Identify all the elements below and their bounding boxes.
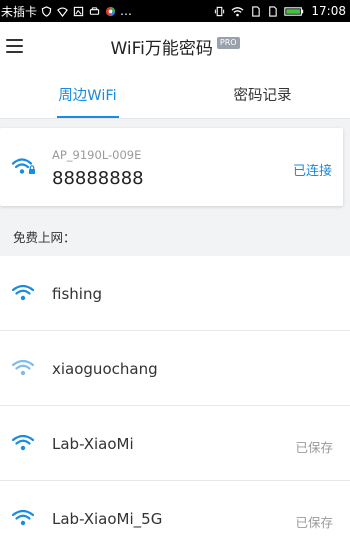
network-saved-label: 已保存 xyxy=(295,440,333,455)
status-bar: 未插卡 … 17:08 xyxy=(0,0,350,22)
tab-label: 周边WiFi xyxy=(58,87,117,104)
network-row-lab-xiaomi[interactable]: Lab-XiaoMi 已保存 xyxy=(0,406,350,481)
wifi-signal-weak-icon xyxy=(12,359,34,376)
free-internet-section-label: 免费上网： xyxy=(13,230,76,245)
connected-status: 已连接 xyxy=(292,164,332,179)
network-name: fishing xyxy=(52,285,102,303)
tab-bar: 周边WiFi 密码记录 xyxy=(0,70,350,119)
tab-password-records[interactable]: 密码记录 xyxy=(175,70,350,118)
car-icon xyxy=(89,6,100,15)
carrier-label: 未插卡 xyxy=(1,4,38,19)
tab-label: 密码记录 xyxy=(233,87,292,104)
active-tab-indicator xyxy=(56,116,119,118)
more-notifications-icon: … xyxy=(120,4,133,18)
clock: 17:08 xyxy=(311,4,346,18)
wifi-locked-icon xyxy=(12,158,35,174)
network-name: Lab-XiaoMi xyxy=(52,435,134,453)
app-title: WiFi万能密码 xyxy=(110,38,213,59)
app-title-group: WiFi万能密码 PRO xyxy=(110,34,240,59)
network-list: fishing xiaoguochang Lab-XiaoMi 已保存 Lab-… xyxy=(0,256,350,544)
tab-nearby-wifi[interactable]: 周边WiFi xyxy=(0,70,175,118)
app-logo-icon xyxy=(105,6,116,16)
network-saved-label: 已保存 xyxy=(295,515,333,530)
shield-icon xyxy=(41,5,52,17)
network-row-fishing[interactable]: fishing xyxy=(0,256,350,331)
wifi-signal-full-icon xyxy=(12,509,34,526)
wifi-signal-icon xyxy=(231,6,244,16)
hamburger-menu-icon[interactable] xyxy=(6,35,26,57)
network-row-lab-xiaomi-5g[interactable]: Lab-XiaoMi_5G 已保存 xyxy=(0,481,350,544)
image-notification-icon xyxy=(73,6,84,16)
wifi-signal-full-icon xyxy=(12,434,34,451)
sim-icon xyxy=(252,5,261,17)
network-name: xiaoguochang xyxy=(52,360,158,378)
network-row-xiaoguochang[interactable]: xiaoguochang xyxy=(0,331,350,406)
app-header: WiFi万能密码 PRO xyxy=(0,22,350,70)
connected-password: 88888888 xyxy=(52,168,144,189)
connected-network-card[interactable]: AP_9190L-009E 88888888 已连接 xyxy=(0,128,343,206)
battery-icon xyxy=(284,6,304,16)
connected-ssid: AP_9190L-009E xyxy=(52,148,142,162)
wifi-status-icon xyxy=(57,6,68,17)
sim-icon-2 xyxy=(269,5,278,17)
wifi-signal-full-icon xyxy=(12,284,34,301)
pro-badge: PRO xyxy=(216,37,240,49)
network-name: Lab-XiaoMi_5G xyxy=(52,510,163,528)
vibrate-icon xyxy=(215,6,225,16)
